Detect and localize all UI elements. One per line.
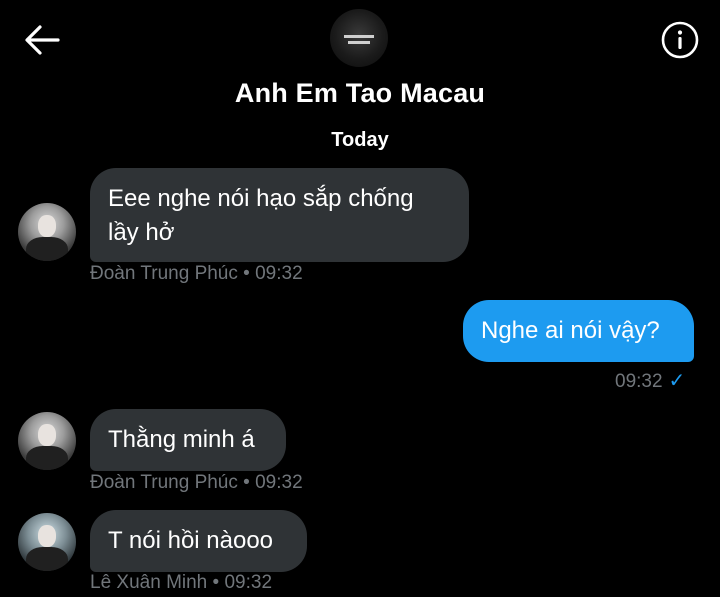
- group-avatar[interactable]: [330, 9, 388, 67]
- message-bubble[interactable]: Nghe ai nói vậy?: [463, 300, 694, 362]
- message-meta: Đoàn Trung Phúc • 09:32: [90, 472, 303, 494]
- avatar[interactable]: [18, 513, 76, 571]
- meta-separator: •: [243, 472, 250, 493]
- message-time: 09:32: [224, 572, 273, 593]
- message-bubble[interactable]: T nói hồi nàooo: [90, 510, 307, 572]
- avatar[interactable]: [18, 203, 76, 261]
- message-time: 09:32: [255, 472, 303, 493]
- back-button[interactable]: [22, 22, 62, 58]
- message-meta: Đoàn Trung Phúc • 09:32: [90, 263, 303, 285]
- meta-separator: •: [243, 263, 250, 284]
- message-meta: Lê Xuân Minh • 09:32: [90, 572, 272, 594]
- sender-name: Đoàn Trung Phúc: [90, 472, 238, 493]
- info-button[interactable]: [660, 20, 700, 60]
- chat-header: Anh Em Tao Macau Today: [0, 0, 720, 160]
- message-meta: 09:32 ✓: [615, 368, 685, 393]
- message-time: 09:32: [615, 371, 663, 392]
- message-time: 09:32: [255, 263, 303, 284]
- check-icon: ✓: [668, 370, 686, 392]
- avatar[interactable]: [18, 412, 76, 470]
- info-icon: [661, 21, 699, 59]
- conversation-title[interactable]: Anh Em Tao Macau: [0, 78, 720, 109]
- message-bubble[interactable]: Eee nghe nói hạo sắp chống lầy hở: [90, 168, 469, 262]
- date-separator: Today: [331, 129, 389, 151]
- message-bubble[interactable]: Thằng minh á: [90, 409, 286, 471]
- sender-name: Đoàn Trung Phúc: [90, 263, 238, 284]
- arrow-left-icon: [25, 25, 60, 55]
- meta-separator: •: [212, 572, 220, 593]
- sender-name: Lê Xuân Minh: [90, 572, 208, 593]
